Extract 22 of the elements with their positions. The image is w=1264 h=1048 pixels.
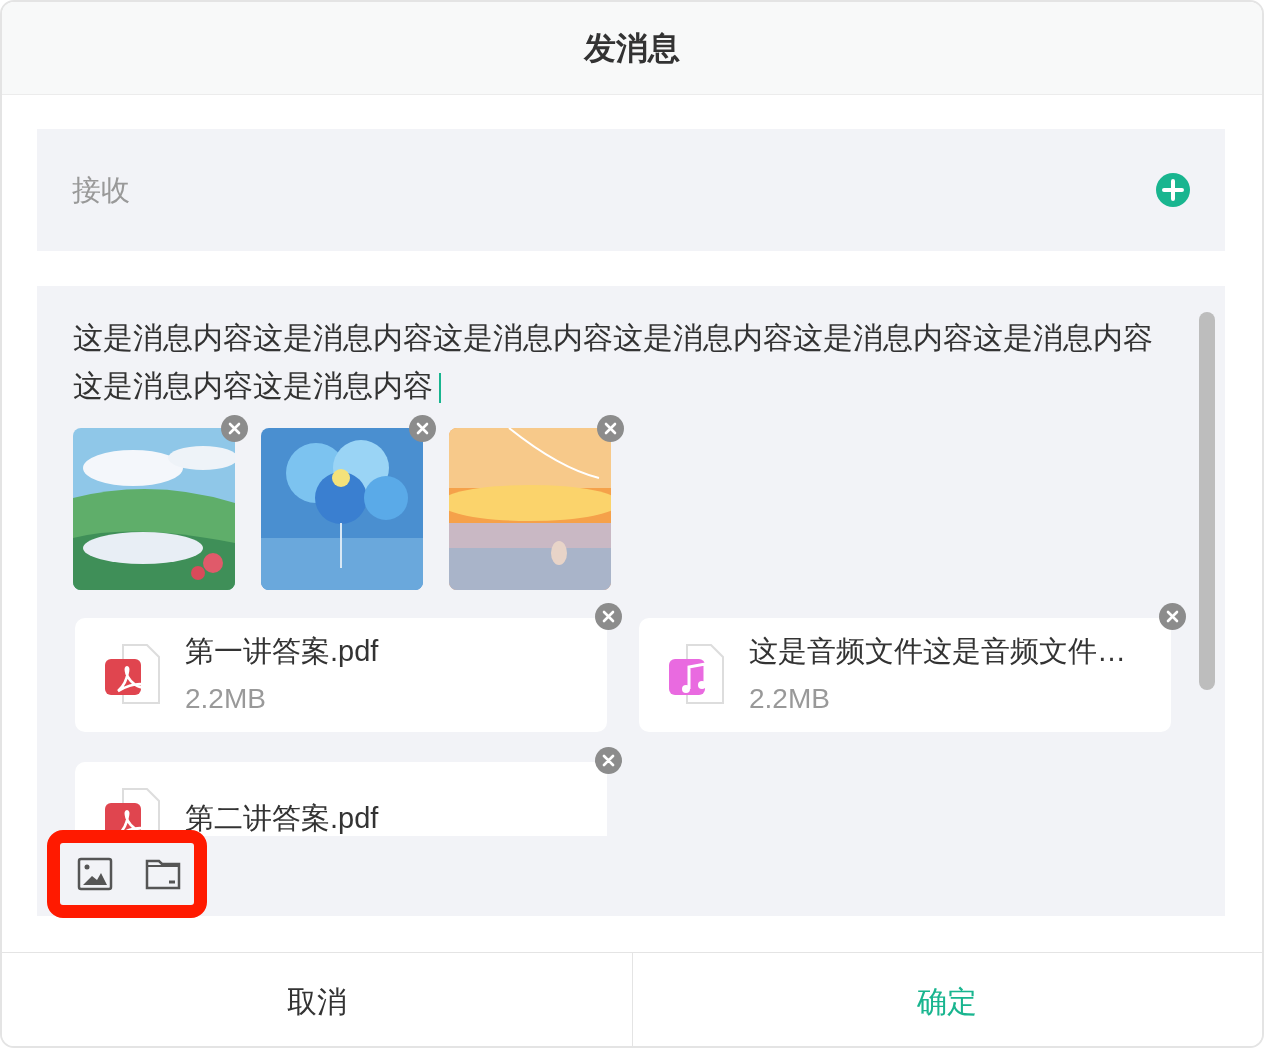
scrollbar[interactable] — [1199, 312, 1215, 690]
add-icon[interactable] — [1155, 172, 1191, 208]
close-icon[interactable] — [221, 415, 248, 442]
close-icon[interactable] — [595, 747, 622, 774]
audio-file-icon — [667, 643, 725, 707]
file-card[interactable]: 这是音频文件这是音频文件… 2.2MB — [639, 618, 1171, 732]
file-card[interactable]: 第一讲答案.pdf 2.2MB — [75, 618, 607, 732]
file-name: 这是音频文件这是音频文件… — [749, 634, 1126, 670]
recipient-field[interactable]: 接收 — [37, 129, 1225, 251]
close-icon[interactable] — [1159, 603, 1186, 630]
image-icon[interactable] — [77, 856, 113, 892]
message-text[interactable]: 这是消息内容这是消息内容这是消息内容这是消息内容这是消息内容这是消息内容这是消息内容这是消息内容 — [73, 314, 1173, 410]
close-icon[interactable] — [595, 603, 622, 630]
close-icon[interactable] — [597, 415, 624, 442]
close-icon[interactable] — [409, 415, 436, 442]
dialog-title: 发消息 — [584, 29, 680, 68]
file-size: 2.2MB — [749, 681, 831, 716]
file-card[interactable]: 第二讲答案.pdf — [75, 762, 607, 836]
file-name: 第一讲答案.pdf — [185, 634, 379, 670]
pdf-file-icon — [103, 643, 161, 707]
file-name: 第二讲答案.pdf — [185, 801, 379, 836]
file-size: 2.2MB — [185, 681, 267, 716]
